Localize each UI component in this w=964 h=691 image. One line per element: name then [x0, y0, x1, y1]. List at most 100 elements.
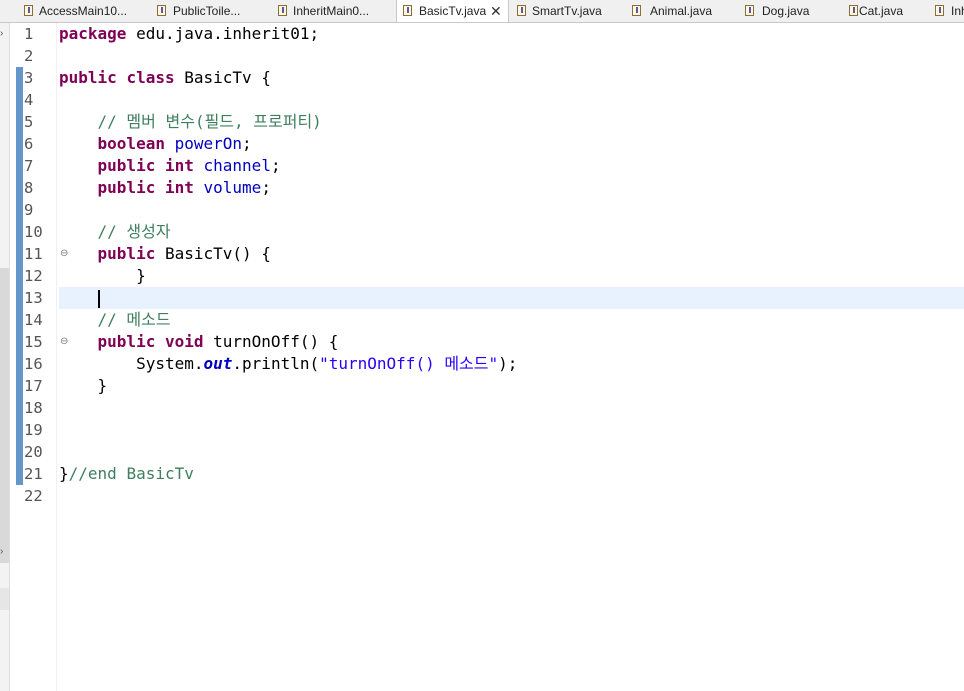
tab-inheritmain0[interactable]: InheritMain0...	[267, 0, 397, 22]
code-token: ;	[261, 178, 271, 197]
line-number: 2	[24, 47, 34, 65]
chevron-down-icon[interactable]: ›	[0, 547, 3, 557]
line-number: 12	[24, 267, 43, 285]
code-token: boolean	[97, 134, 165, 153]
code-token: BasicTv {	[174, 68, 271, 87]
tab-label: InheritMain0...	[293, 4, 370, 18]
line-number: 3	[24, 69, 34, 87]
code-token: );	[498, 354, 518, 373]
code-token: // 멤버 변수(필드, 프로퍼티)	[97, 112, 322, 131]
code-token: "turnOnOff() 메소드"	[319, 354, 499, 373]
code-token: powerOn	[174, 134, 243, 153]
code-line[interactable]: }//end BasicTv	[59, 463, 964, 485]
line-number: 10	[24, 223, 43, 241]
code-token: public	[97, 244, 156, 263]
code-token: public	[97, 156, 156, 175]
code-line[interactable]: public class BasicTv {	[59, 67, 964, 89]
code-editor[interactable]: 1 2 3 4 5 6 7 8 9 10 11 ⊖ 12 13 14 15 ⊖ 16 17 18 19 20 21 22 pa…	[10, 23, 964, 691]
code-token: edu.java.inherit01;	[126, 24, 320, 43]
line-number: 6	[24, 135, 34, 153]
line-number: 4	[24, 91, 34, 109]
code-token: ;	[242, 134, 252, 153]
code-token: }	[59, 376, 108, 395]
tab-accessmain10[interactable]: AccessMain10...	[12, 0, 147, 22]
code-token: ;	[270, 156, 281, 175]
code-token: int	[164, 178, 194, 197]
code-token: }	[59, 266, 146, 285]
code-line[interactable]: System.out.println("turnOnOff() 메소드");	[59, 353, 964, 375]
code-line[interactable]	[59, 45, 964, 67]
tab-label: Dog.java	[762, 4, 810, 18]
code-token: .println(	[232, 354, 320, 373]
code-token: out	[203, 354, 233, 373]
change-marker-bar	[16, 67, 23, 485]
scrollbar-thumb[interactable]	[0, 268, 9, 563]
line-number: 15	[24, 333, 43, 351]
tab-smarttv[interactable]: SmartTv.java	[509, 0, 624, 22]
line-number: 16	[24, 355, 43, 373]
code-line[interactable]: public BasicTv() {	[59, 243, 964, 265]
code-line[interactable]	[59, 199, 964, 221]
panel-block	[0, 588, 9, 610]
code-line[interactable]	[59, 441, 964, 463]
code-line[interactable]	[59, 397, 964, 419]
code-line[interactable]	[59, 287, 964, 309]
code-line[interactable]: }	[59, 265, 964, 287]
code-token: package	[59, 24, 127, 43]
tab-publictoilet[interactable]: PublicToile...	[147, 0, 267, 22]
tab-inh[interactable]: Inh	[929, 0, 964, 22]
tab-basictv-active[interactable]: BasicTv.java ✕	[396, 0, 509, 22]
tab-cat[interactable]: Cat.java	[849, 0, 929, 22]
line-number: 17	[24, 377, 43, 395]
chevron-right-icon[interactable]: ›	[0, 29, 3, 39]
tab-animal[interactable]: Animal.java	[624, 0, 736, 22]
code-token: public	[59, 68, 117, 87]
java-file-icon	[278, 5, 287, 16]
tab-label: BasicTv.java	[419, 4, 487, 18]
code-token: BasicTv() {	[155, 244, 271, 263]
code-line[interactable]: // 메소드	[59, 309, 964, 331]
line-number: 5	[24, 113, 34, 131]
code-token: // 메소드	[97, 310, 171, 329]
tab-dog[interactable]: Dog.java	[736, 0, 849, 22]
tab-label: AccessMain10...	[39, 4, 128, 18]
code-line[interactable]: // 생성자	[59, 221, 964, 243]
close-icon[interactable]: ✕	[490, 0, 502, 22]
code-line[interactable]: public int volume;	[59, 177, 964, 199]
line-number: 22	[24, 487, 43, 505]
tab-label: Inh	[951, 4, 964, 18]
java-file-icon	[745, 5, 754, 16]
code-line[interactable]	[59, 485, 964, 507]
tab-label: PublicToile...	[173, 4, 241, 18]
code-line[interactable]: public void turnOnOff() {	[59, 331, 964, 353]
code-line[interactable]: }	[59, 375, 964, 397]
code-token: //end BasicTv	[68, 464, 194, 483]
line-number: 20	[24, 443, 43, 461]
line-number: 8	[24, 179, 34, 197]
java-file-icon	[849, 5, 858, 16]
code-line[interactable]	[59, 419, 964, 441]
java-file-icon	[403, 5, 412, 16]
line-number: 13	[24, 289, 43, 307]
code-line[interactable]: public int channel;	[59, 155, 964, 177]
code-line[interactable]	[59, 89, 964, 111]
code-token: }	[59, 464, 69, 483]
line-number: 1	[24, 25, 34, 43]
code-token: void	[164, 332, 204, 351]
java-file-icon	[632, 5, 641, 16]
line-number: 18	[24, 399, 43, 417]
ruler-divider	[56, 23, 57, 691]
code-line[interactable]: package edu.java.inherit01;	[59, 23, 964, 45]
code-line[interactable]: // 멤버 변수(필드, 프로퍼티)	[59, 111, 964, 133]
code-line[interactable]: boolean powerOn;	[59, 133, 964, 155]
